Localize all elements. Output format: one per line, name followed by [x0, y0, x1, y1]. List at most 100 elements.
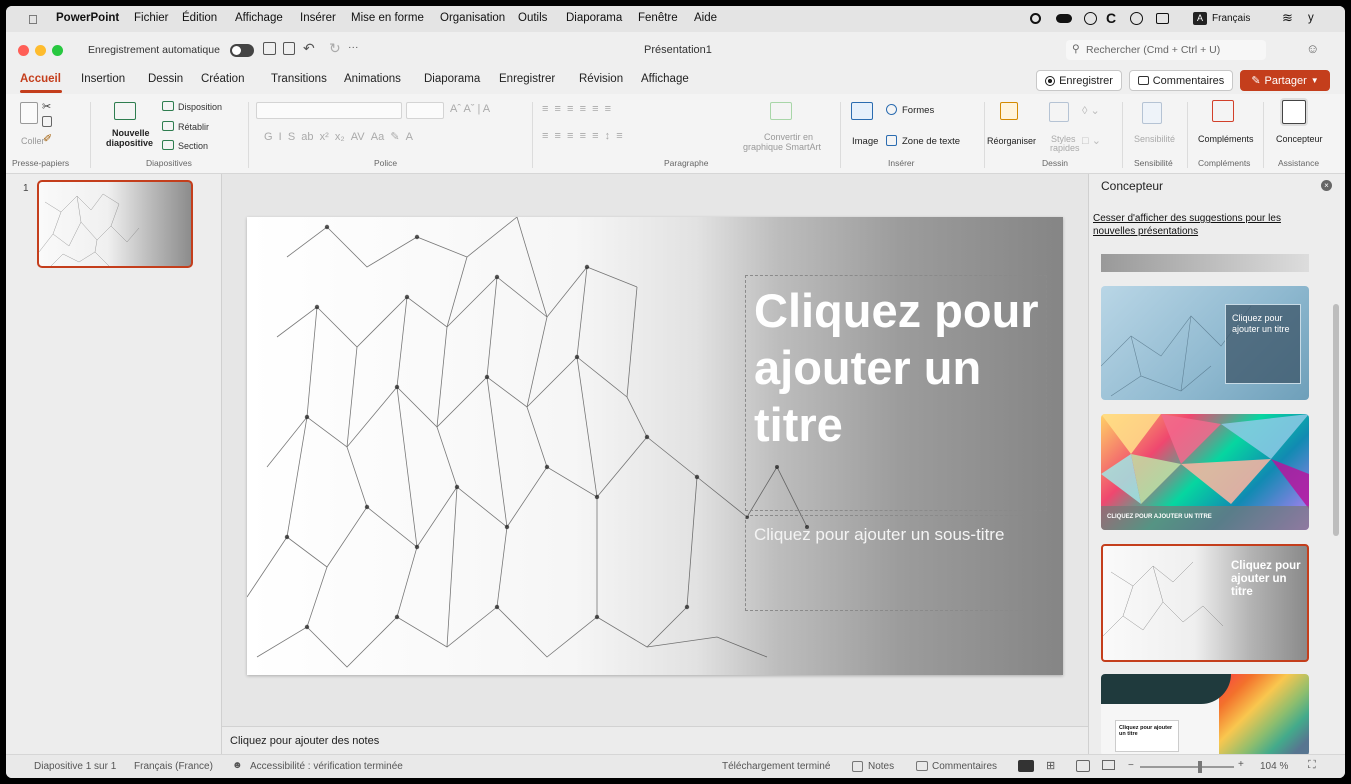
slide-sorter-icon[interactable]: ⊞: [1046, 759, 1055, 772]
normal-view-icon[interactable]: [1018, 760, 1034, 772]
smartart-icon[interactable]: [770, 102, 792, 120]
designer-label[interactable]: Concepteur: [1276, 134, 1323, 144]
arrange-label[interactable]: Réorganiser: [987, 136, 1036, 146]
account-icon[interactable]: ☺: [1306, 41, 1319, 56]
new-slide-label-2[interactable]: diapositive: [106, 138, 153, 148]
arrange-icon[interactable]: [1000, 102, 1018, 120]
menu-item-outils[interactable]: Outils: [518, 12, 547, 24]
search-input[interactable]: ⚲ Rechercher (Cmd + Ctrl + U): [1066, 40, 1266, 60]
zoom-in-icon[interactable]: +: [1238, 759, 1244, 770]
reading-view-icon[interactable]: [1076, 760, 1090, 772]
designer-scrollbar[interactable]: [1333, 304, 1339, 536]
zoom-level[interactable]: 104 %: [1260, 761, 1288, 772]
addins-label[interactable]: Compléments: [1198, 134, 1254, 144]
new-slide-icon[interactable]: [114, 102, 136, 120]
comments-button[interactable]: Commentaires: [1129, 70, 1233, 91]
section-label[interactable]: Section: [178, 141, 208, 151]
close-window-button[interactable]: [18, 45, 29, 56]
subtitle-placeholder[interactable]: Cliquez pour ajouter un sous-titre: [745, 515, 1023, 611]
textbox-label[interactable]: Zone de texte: [902, 136, 960, 147]
smartart-label-1[interactable]: Convertir en: [764, 132, 813, 142]
tab-transitions[interactable]: Transitions: [271, 73, 327, 85]
design-suggestion-4[interactable]: Cliquez pour ajouter un titre: [1101, 674, 1309, 756]
tab-enregistrer[interactable]: Enregistrer: [499, 73, 555, 85]
fit-to-window-icon[interactable]: ⛶: [1308, 759, 1316, 772]
slideshow-icon[interactable]: [1102, 760, 1115, 770]
font-size-controls-icon[interactable]: Aˆ Aˇ | A: [450, 103, 490, 115]
tab-affichage[interactable]: Affichage: [641, 73, 689, 85]
window-icon[interactable]: [1156, 13, 1169, 24]
close-pane-icon[interactable]: ×: [1321, 180, 1332, 191]
list-icons[interactable]: ≡ ≡ ≡ ≡ ≡ ≡: [542, 103, 611, 115]
menu-item-organisation[interactable]: Organisation: [440, 12, 505, 24]
menu-app[interactable]: PowerPoint: [56, 12, 119, 24]
slide-thumbnail-1[interactable]: [37, 180, 193, 268]
tab-insertion[interactable]: Insertion: [81, 73, 125, 85]
c-icon[interactable]: C: [1106, 10, 1116, 26]
menu-item-fichier[interactable]: Fichier: [134, 12, 169, 24]
menu-item-affichage[interactable]: Affichage: [235, 12, 283, 24]
keyboard-a-icon[interactable]: A: [1193, 12, 1207, 25]
menu-item-inserer[interactable]: Insérer: [300, 12, 336, 24]
apple-icon[interactable]: : [28, 12, 38, 27]
cloud-icon[interactable]: [1056, 14, 1072, 23]
record-button[interactable]: Enregistrer: [1036, 70, 1122, 91]
tab-diaporama[interactable]: Diaporama: [424, 73, 480, 85]
new-slide-label-1[interactable]: Nouvelle: [112, 128, 150, 138]
zoom-window-button[interactable]: [52, 45, 63, 56]
align-icons[interactable]: ≡ ≡ ≡ ≡ ≡ ↕ ≡: [542, 130, 623, 142]
accessibility-status[interactable]: Accessibilité : vérification terminée: [250, 761, 403, 772]
wifi-icon[interactable]: ≋: [1282, 10, 1293, 26]
design-suggestion-1[interactable]: Cliquez pour ajouter un titre: [1101, 286, 1309, 400]
font-size-select[interactable]: [406, 102, 444, 119]
image-icon[interactable]: [851, 102, 873, 120]
layout-label[interactable]: Disposition: [178, 102, 222, 112]
font-name-select[interactable]: [256, 102, 402, 119]
tab-revision[interactable]: Révision: [579, 73, 623, 85]
menu-item-diaporama[interactable]: Diaporama: [566, 12, 622, 24]
language-indicator[interactable]: Français (France): [134, 761, 213, 772]
font-format-icons[interactable]: G I S ab x² x₂ AV Aa ✎ A: [264, 130, 413, 143]
quick-styles-icon[interactable]: [1049, 102, 1069, 122]
tab-creation[interactable]: Création: [201, 73, 244, 85]
design-suggestion-2[interactable]: CLIQUEZ POUR AJOUTER UN TITRE: [1101, 414, 1309, 530]
undo-icon[interactable]: ↶: [303, 40, 315, 57]
smartart-label-2[interactable]: graphique SmartArt: [743, 142, 821, 152]
zoom-slider-thumb[interactable]: [1198, 761, 1202, 773]
title-placeholder[interactable]: Cliquez pour ajouter un titre: [745, 275, 1047, 511]
menu-item-fenetre[interactable]: Fenêtre: [638, 12, 678, 24]
designer-icon[interactable]: [1282, 100, 1306, 124]
zoom-slider[interactable]: [1140, 766, 1234, 768]
sensitivity-icon[interactable]: [1142, 102, 1162, 124]
reset-label[interactable]: Rétablir: [178, 122, 209, 132]
design-suggestion-3-selected[interactable]: Cliquez pour ajouter un titre: [1101, 544, 1309, 662]
notes-toggle[interactable]: Notes: [868, 761, 894, 772]
save-icon[interactable]: [283, 42, 295, 55]
minimize-window-button[interactable]: [35, 45, 46, 56]
design-suggestion-partial[interactable]: [1101, 254, 1309, 272]
autosave-toggle[interactable]: [230, 44, 254, 57]
outline-icon[interactable]: □ ⌄: [1082, 134, 1101, 147]
tab-animations[interactable]: Animations: [344, 73, 401, 85]
menu-item-mise-en-forme[interactable]: Mise en forme: [351, 12, 424, 24]
redo-icon[interactable]: ↻: [329, 40, 341, 57]
share-button[interactable]: ✎ Partager ▼: [1240, 70, 1330, 91]
record-status-icon[interactable]: [1030, 13, 1041, 24]
quick-styles-label-2[interactable]: rapides: [1050, 143, 1080, 153]
image-label[interactable]: Image: [852, 136, 878, 147]
more-icon[interactable]: ···: [348, 41, 359, 53]
menu-item-aide[interactable]: Aide: [694, 12, 717, 24]
menu-user[interactable]: y: [1308, 12, 1314, 24]
addins-icon[interactable]: [1212, 100, 1234, 122]
time-machine-icon[interactable]: [1130, 12, 1143, 25]
tab-dessin[interactable]: Dessin: [148, 73, 183, 85]
home-icon[interactable]: [263, 42, 276, 55]
copy-icon[interactable]: [42, 116, 52, 127]
cut-icon[interactable]: ✂: [42, 100, 51, 113]
shapes-label[interactable]: Formes: [902, 105, 934, 116]
paste-icon[interactable]: [20, 102, 38, 124]
input-source-label[interactable]: Français: [1212, 13, 1250, 24]
menu-item-edition[interactable]: Édition: [182, 12, 217, 24]
tab-accueil[interactable]: Accueil: [20, 73, 61, 85]
fill-icon[interactable]: ◊ ⌄: [1082, 104, 1100, 117]
